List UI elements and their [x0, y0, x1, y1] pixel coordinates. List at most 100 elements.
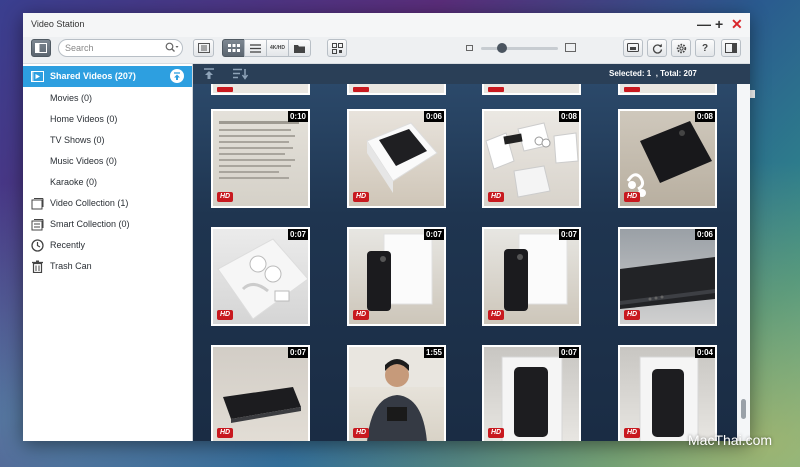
- maximize-button[interactable]: +: [715, 16, 723, 32]
- help-button[interactable]: ?: [695, 39, 715, 57]
- folder-icon: [294, 44, 305, 53]
- hd-badge: HD: [488, 192, 505, 202]
- hd-view-label: 4K/HD: [269, 45, 285, 51]
- hd-badge: HD: [353, 192, 370, 202]
- video-thumbnail[interactable]: 0:08 HD: [618, 109, 717, 208]
- video-duration: 0:07: [287, 347, 308, 358]
- zoom-slider[interactable]: [481, 47, 558, 50]
- search-input[interactable]: [65, 41, 161, 55]
- folder-view-button[interactable]: [288, 39, 311, 57]
- hd-badge: [353, 87, 369, 92]
- iphone-box-front-image: [639, 356, 699, 441]
- video-duration: 0:07: [423, 229, 444, 240]
- site-watermark: MacThai.com: [688, 432, 773, 448]
- search-icon[interactable]: [165, 42, 179, 53]
- sidebar-item-label: Music Videos (0): [50, 156, 117, 166]
- video-duration: 0:07: [558, 229, 579, 240]
- video-duration: 0:07: [558, 347, 579, 358]
- refresh-button[interactable]: [647, 39, 667, 57]
- hd-view-button[interactable]: 4K/HD: [266, 39, 289, 57]
- qr-code-icon: [331, 42, 343, 54]
- smart-collection-icon: [31, 219, 44, 231]
- hd-badge: HD: [624, 310, 641, 320]
- film-icon: [31, 71, 44, 82]
- hd-badge: HD: [353, 310, 370, 320]
- video-thumbnail[interactable]: 0:04 HD: [618, 345, 717, 441]
- sidebar-item-recently[interactable]: Recently: [23, 235, 192, 256]
- minimize-button[interactable]: —: [697, 16, 711, 32]
- sidebar-toggle-button[interactable]: [31, 39, 51, 57]
- hd-badge: [488, 87, 504, 92]
- video-thumbnail[interactable]: 0:07 HD: [347, 227, 446, 326]
- video-thumbnail[interactable]: 0:10 HD: [211, 109, 310, 208]
- video-thumbnail[interactable]: 0:07 HD: [482, 345, 581, 441]
- video-thumbnail[interactable]: 0:08 HD: [482, 109, 581, 208]
- background-window-edge: [750, 90, 755, 98]
- sidebar-item-music-videos[interactable]: Music Videos (0): [23, 151, 192, 172]
- qr-code-button[interactable]: [327, 39, 347, 57]
- presenter-image: [349, 347, 444, 441]
- hd-badge: HD: [353, 428, 370, 438]
- sidebar-item-label: Recently: [50, 240, 86, 250]
- video-thumbnail[interactable]: 0:07 HD: [211, 227, 310, 326]
- hd-badge: HD: [488, 428, 505, 438]
- cast-button[interactable]: [623, 39, 643, 57]
- video-thumbnail-partial[interactable]: [482, 84, 581, 95]
- info-panel-button[interactable]: [193, 39, 214, 57]
- search-box[interactable]: [58, 39, 183, 57]
- sidebar-item-movies[interactable]: Movies (0): [23, 88, 192, 109]
- video-thumbnail-partial[interactable]: [347, 84, 446, 95]
- move-to-top-icon[interactable]: [204, 68, 214, 80]
- window-title: Video Station: [31, 19, 85, 29]
- trash-icon: [32, 260, 43, 273]
- sidebar-item-label: Karaoke (0): [50, 177, 98, 187]
- video-thumbnail[interactable]: 0:07 HD: [482, 227, 581, 326]
- sidebar-item-shared-videos[interactable]: Shared Videos (207): [23, 66, 192, 87]
- iphone-box-front-image: [501, 356, 563, 441]
- video-thumbnail[interactable]: 1:55 HD: [347, 345, 446, 441]
- hd-badge: HD: [624, 192, 641, 202]
- title-bar[interactable]: Video Station — + ✕: [23, 13, 750, 37]
- thumbnail-view-button[interactable]: [222, 39, 245, 57]
- scrollbar-track[interactable]: [737, 84, 750, 441]
- upload-icon[interactable]: [170, 69, 184, 83]
- zoom-slider-handle[interactable]: [497, 43, 507, 53]
- close-button[interactable]: ✕: [731, 16, 743, 32]
- video-duration: 0:08: [694, 111, 715, 122]
- details-icon: [725, 43, 737, 53]
- video-thumbnail-partial[interactable]: [618, 84, 717, 95]
- sidebar: Shared Videos (207) Movies (0) Home Vide…: [23, 64, 193, 441]
- list-view-button[interactable]: [244, 39, 267, 57]
- sidebar-item-trash-can[interactable]: Trash Can: [23, 256, 192, 277]
- screen-icon: [627, 43, 639, 52]
- sidebar-item-home-videos[interactable]: Home Videos (0): [23, 109, 192, 130]
- video-thumbnail[interactable]: 0:06 HD: [347, 109, 446, 208]
- zoom-out-icon[interactable]: [466, 45, 473, 51]
- sidebar-item-label: Shared Videos (207): [50, 71, 136, 81]
- settings-button[interactable]: [671, 39, 691, 57]
- zoom-in-icon[interactable]: [565, 43, 576, 52]
- video-thumbnail-partial[interactable]: [211, 84, 310, 95]
- video-thumbnail[interactable]: 0:06 HD: [618, 227, 717, 326]
- video-duration: 0:10: [287, 111, 308, 122]
- video-grid-area: Selected: 1 , Total: 207 0:10 HD 0:06 HD…: [193, 64, 750, 441]
- sidebar-item-karaoke[interactable]: Karaoke (0): [23, 172, 192, 193]
- sidebar-item-smart-collection[interactable]: Smart Collection (0): [23, 214, 192, 235]
- hd-badge: HD: [217, 192, 234, 202]
- video-duration: 0:08: [558, 111, 579, 122]
- video-duration: 1:55: [423, 347, 444, 358]
- hd-badge: HD: [624, 428, 641, 438]
- sidebar-item-label: Video Collection (1): [50, 198, 129, 208]
- detail-panel-button[interactable]: [721, 39, 741, 57]
- scrollbar-thumb[interactable]: [741, 399, 746, 419]
- refresh-icon: [652, 43, 662, 54]
- sort-icon[interactable]: [233, 68, 249, 80]
- video-duration: 0:07: [287, 229, 308, 240]
- selection-status: Selected: 1 , Total: 207: [609, 69, 697, 78]
- sidebar-item-video-collection[interactable]: Video Collection (1): [23, 193, 192, 214]
- hd-badge: [624, 87, 640, 92]
- sidebar-item-tv-shows[interactable]: TV Shows (0): [23, 130, 192, 151]
- content-toolbar: Selected: 1 , Total: 207: [193, 64, 750, 84]
- grid-icon: [227, 43, 240, 52]
- video-thumbnail[interactable]: 0:07 HD: [211, 345, 310, 441]
